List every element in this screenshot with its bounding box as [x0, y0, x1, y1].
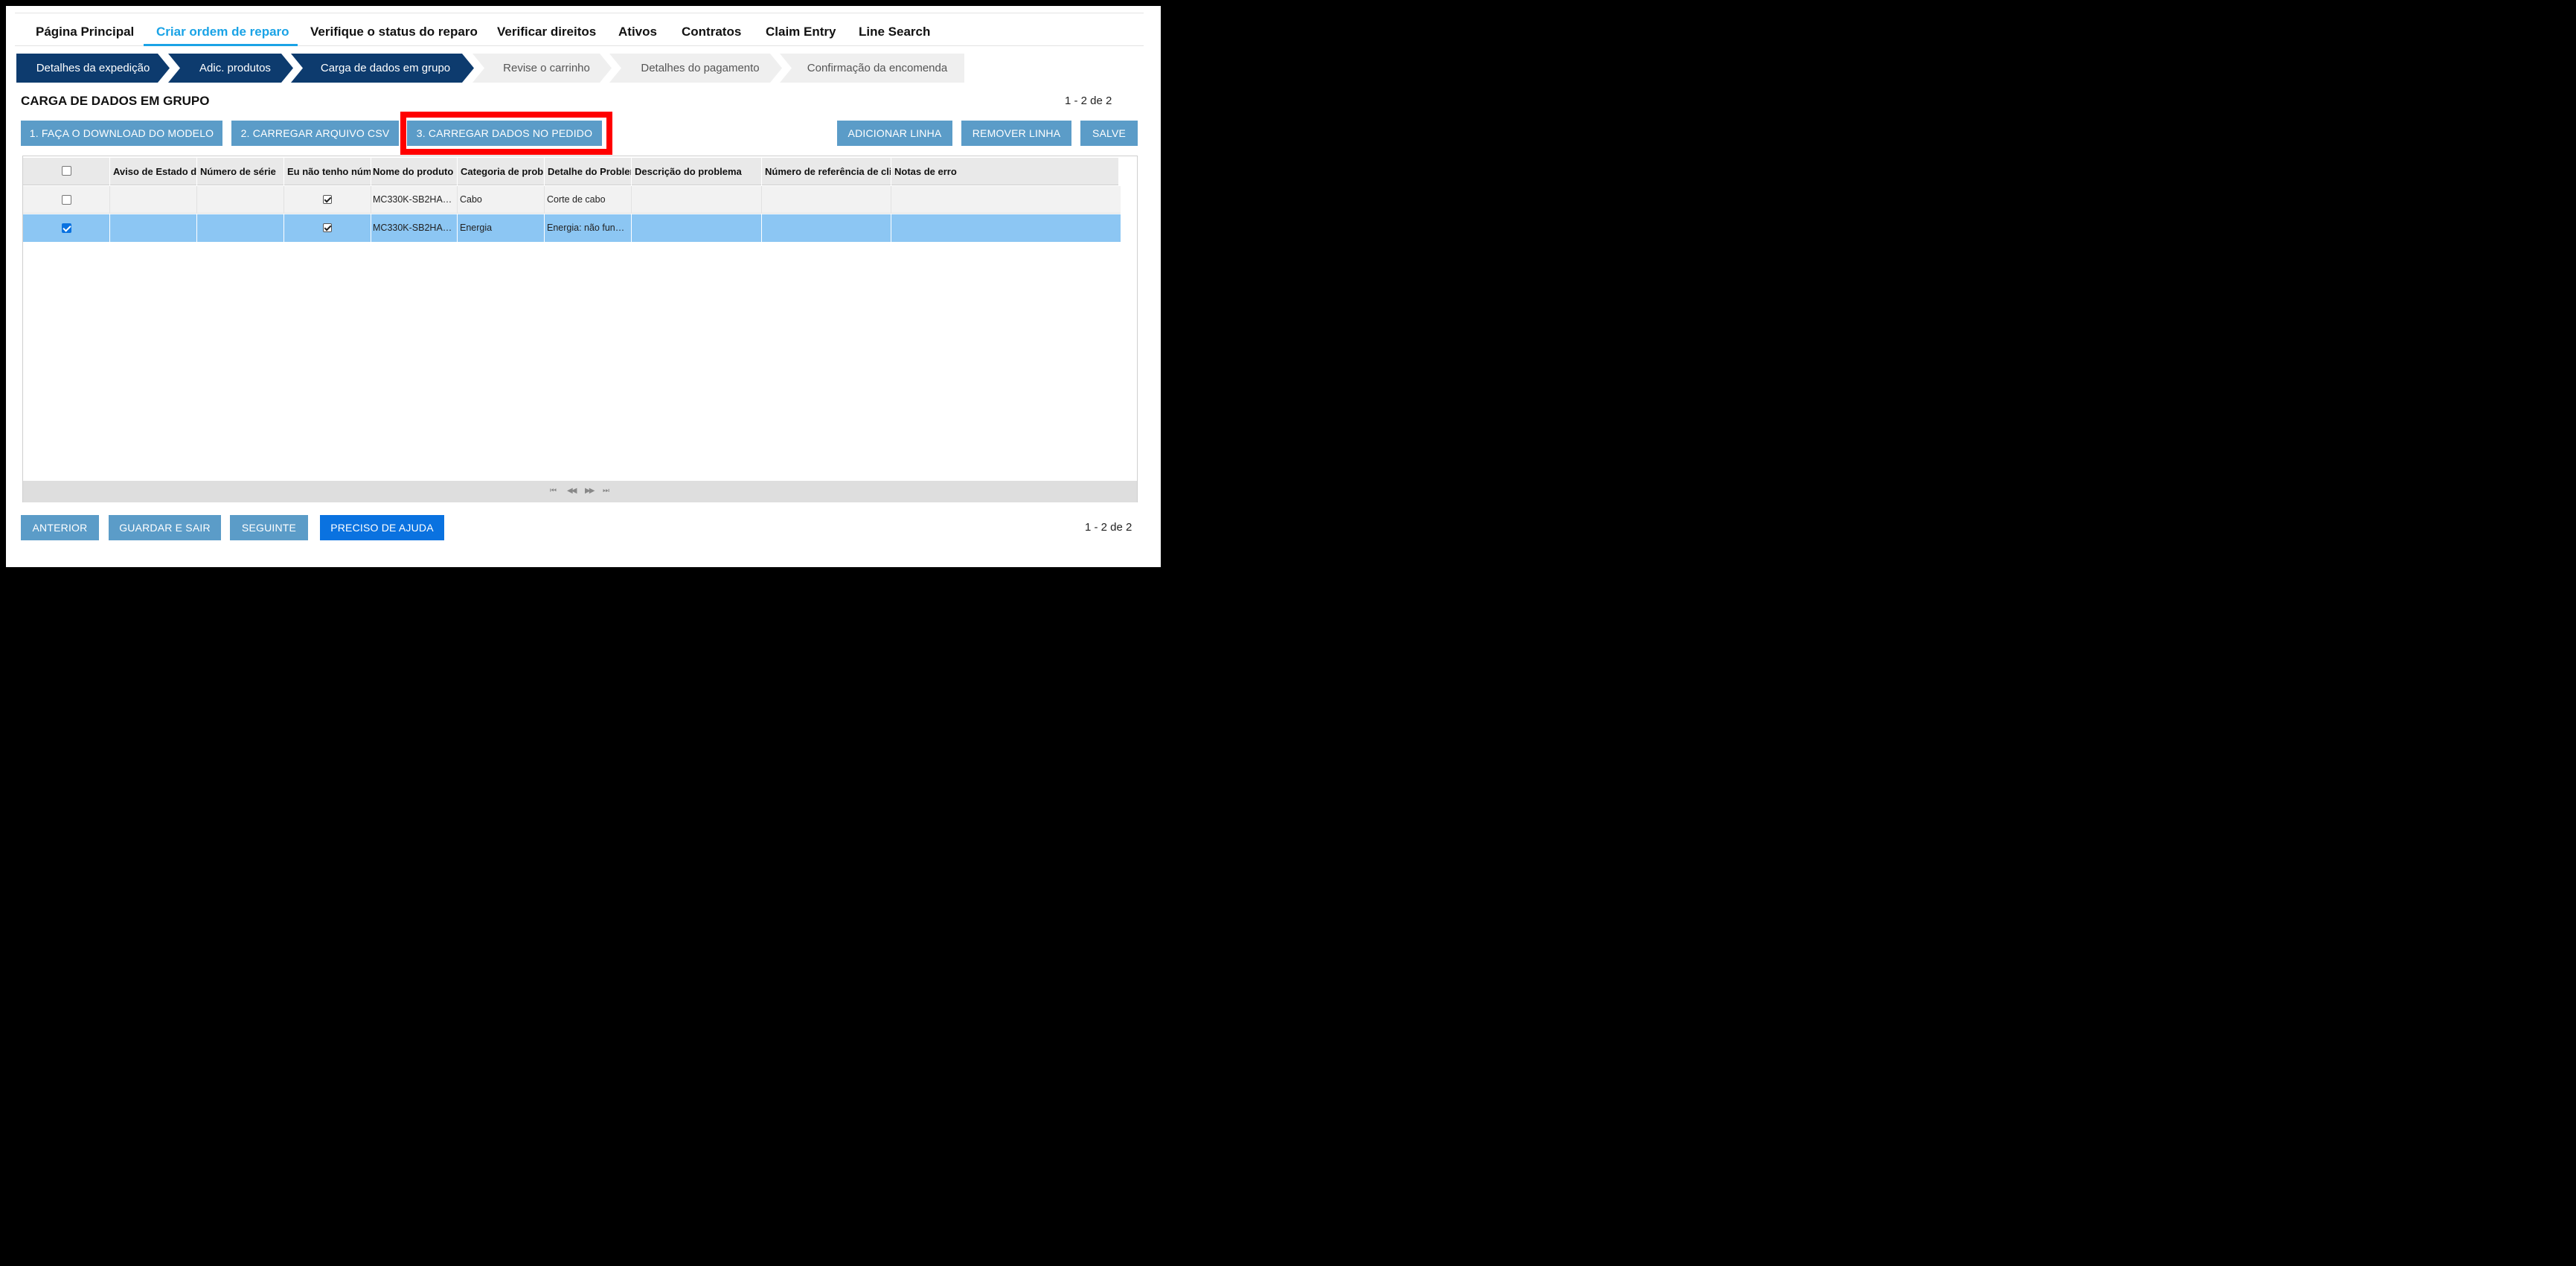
cell-customer-reference[interactable] — [762, 186, 891, 214]
nav-check-entitlements[interactable]: Verificar direitos — [497, 13, 596, 46]
step-payment-details[interactable]: Detalhes do pagamento — [609, 54, 782, 83]
table-row[interactable]: MC330K-SB2HA… Cabo Corte de cabo — [23, 186, 1121, 214]
cell-problem-detail[interactable]: Corte de cabo — [545, 186, 632, 214]
cell-no-serial — [284, 214, 371, 242]
select-all-checkbox[interactable] — [62, 166, 71, 176]
nav-home[interactable]: Página Principal — [36, 13, 134, 46]
active-nav-underline — [144, 44, 298, 46]
save-button[interactable]: SALVE — [1080, 121, 1138, 146]
need-help-button[interactable]: PRECISO DE AJUDA — [320, 515, 444, 540]
cell-status — [110, 214, 197, 242]
no-serial-checkbox[interactable] — [323, 195, 332, 204]
cell-customer-reference[interactable] — [762, 214, 891, 242]
cell-serial-number[interactable] — [197, 214, 284, 242]
save-and-exit-button[interactable]: GUARDAR E SAIR — [109, 515, 221, 540]
cell-problem-detail[interactable]: Energia: não fun… — [545, 214, 632, 242]
no-serial-checkbox[interactable] — [323, 223, 332, 232]
table-row-selected[interactable]: MC330K-SB2HA… Energia Energia: não fun… — [23, 214, 1121, 242]
download-template-button[interactable]: 1. FAÇA O DOWNLOAD DO MODELO — [21, 121, 222, 146]
next-page-icon[interactable]: ▶▶ — [585, 487, 595, 495]
grid-pagination-bar: ⏮ ◀◀ ▶▶ ⏭ — [23, 481, 1137, 502]
header-error-notes[interactable]: Notas de erro — [891, 158, 1119, 185]
header-no-serial[interactable]: Eu não tenho núm — [284, 158, 371, 185]
cell-serial-number[interactable] — [197, 186, 284, 214]
cell-problem-category[interactable]: Energia — [458, 214, 545, 242]
upload-csv-button[interactable]: 2. CARREGAR ARQUIVO CSV — [231, 121, 399, 146]
row-checkbox[interactable] — [62, 195, 71, 205]
step-add-products[interactable]: Adic. produtos — [168, 54, 293, 83]
first-page-icon[interactable]: ⏮ — [550, 487, 557, 495]
nav-create-repair-order[interactable]: Criar ordem de reparo — [156, 13, 289, 46]
previous-page-icon[interactable]: ◀◀ — [567, 487, 577, 495]
header-problem-detail[interactable]: Detalhe do Probler — [545, 158, 632, 185]
cell-product-name[interactable]: MC330K-SB2HA… — [371, 214, 458, 242]
step-order-confirmation[interactable]: Confirmação da encomenda — [780, 54, 964, 83]
header-select-all-cell — [23, 158, 110, 185]
data-grid: Aviso de Estado d Número de série Eu não… — [22, 156, 1138, 502]
cell-error-notes — [891, 186, 1121, 214]
record-count-bottom: 1 - 2 de 2 — [1085, 521, 1132, 534]
grid-header: Aviso de Estado d Número de série Eu não… — [23, 158, 1119, 185]
header-status[interactable]: Aviso de Estado d — [110, 158, 197, 185]
app-frame: Página Principal Criar ordem de reparo V… — [6, 6, 1161, 567]
wizard-steps: Detalhes da expedição Adic. produtos Car… — [16, 54, 984, 83]
step-bulk-data-load[interactable]: Carga de dados em grupo — [291, 54, 474, 83]
header-problem-category[interactable]: Categoria de probl — [458, 158, 545, 185]
header-serial-number[interactable]: Número de série — [197, 158, 284, 185]
cell-problem-category[interactable]: Cabo — [458, 186, 545, 214]
cell-error-notes — [891, 214, 1121, 242]
header-product-name[interactable]: Nome do produto — [371, 158, 458, 185]
cell-no-serial — [284, 186, 371, 214]
add-line-button[interactable]: ADICIONAR LINHA — [837, 121, 952, 146]
row-checkbox[interactable] — [62, 223, 71, 233]
top-navigation: Página Principal Criar ordem de reparo V… — [15, 13, 1144, 46]
next-button[interactable]: SEGUINTE — [230, 515, 308, 540]
header-problem-description[interactable]: Descrição do problema — [632, 158, 762, 185]
cell-product-name[interactable]: MC330K-SB2HA… — [371, 186, 458, 214]
nav-repair-status[interactable]: Verifique o status do reparo — [310, 13, 478, 46]
cell-problem-description[interactable] — [632, 214, 762, 242]
nav-assets[interactable]: Ativos — [618, 13, 657, 46]
page-title: CARGA DE DADOS EM GRUPO — [21, 94, 210, 108]
nav-contracts[interactable]: Contratos — [682, 13, 741, 46]
header-customer-reference[interactable]: Número de referência de clie — [762, 158, 891, 185]
cell-status — [110, 186, 197, 214]
highlight-box — [400, 112, 612, 155]
step-shipping-details[interactable]: Detalhes da expedição — [16, 54, 170, 83]
cell-problem-description[interactable] — [632, 186, 762, 214]
nav-claim-entry[interactable]: Claim Entry — [766, 13, 836, 46]
nav-line-search[interactable]: Line Search — [859, 13, 930, 46]
previous-button[interactable]: ANTERIOR — [21, 515, 99, 540]
row-select-cell — [23, 214, 110, 242]
remove-line-button[interactable]: REMOVER LINHA — [961, 121, 1071, 146]
row-select-cell — [23, 186, 110, 214]
step-review-cart[interactable]: Revise o carrinho — [472, 54, 612, 83]
record-count-top: 1 - 2 de 2 — [1065, 95, 1112, 107]
last-page-icon[interactable]: ⏭ — [603, 487, 609, 495]
